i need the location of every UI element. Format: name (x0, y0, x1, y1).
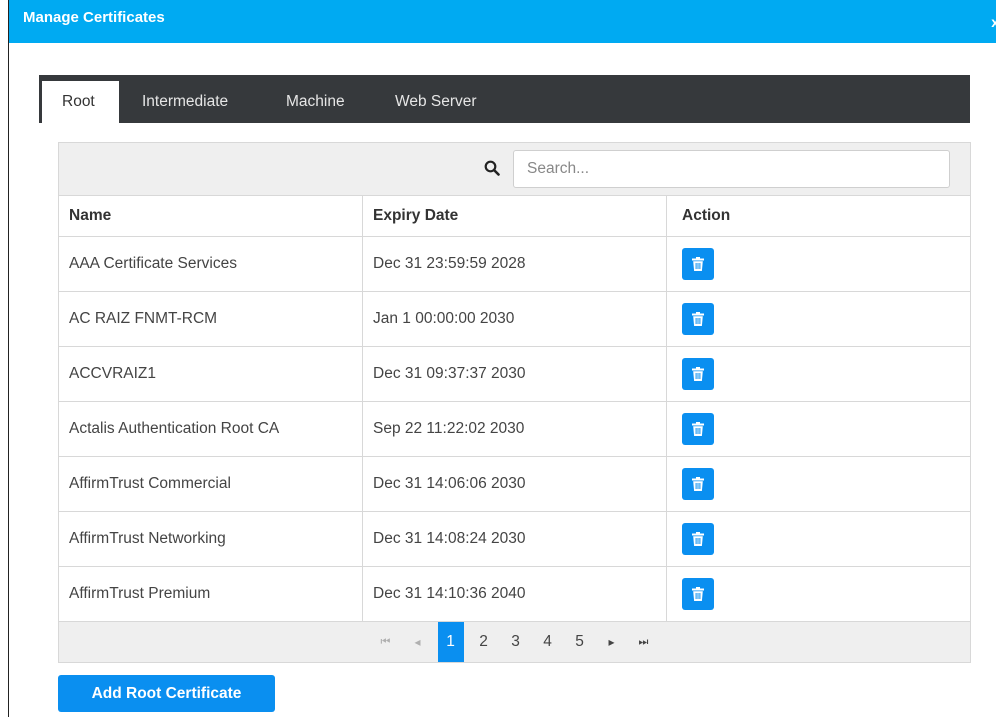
add-root-certificate-button[interactable]: Add Root Certificate (58, 675, 275, 712)
delete-button[interactable] (682, 248, 714, 280)
trash-icon (692, 532, 704, 546)
last-page-button[interactable]: ⏭ (632, 622, 656, 662)
action-cell (667, 457, 970, 511)
table-row: AC RAIZ FNMT-RCM Jan 1 00:00:00 2030 (59, 292, 970, 347)
action-cell (667, 237, 970, 291)
certificate-name: Actalis Authentication Root CA (59, 402, 363, 456)
certificate-name: AffirmTrust Networking (59, 512, 363, 566)
certificate-name: AffirmTrust Premium (59, 567, 363, 621)
next-page-button[interactable]: ▸ (600, 622, 624, 662)
page-1-button[interactable]: 1 (437, 622, 464, 662)
certificate-expiry: Sep 22 11:22:02 2030 (363, 402, 667, 456)
table-row: ACCVRAIZ1 Dec 31 09:37:37 2030 (59, 347, 970, 402)
table-row: AffirmTrust Commercial Dec 31 14:06:06 2… (59, 457, 970, 512)
page-4-button[interactable]: 4 (536, 622, 560, 662)
trash-icon (692, 257, 704, 271)
certificate-name: AC RAIZ FNMT-RCM (59, 292, 363, 346)
certificates-table: Name Expiry Date Action AAA Certificate … (58, 195, 971, 663)
tab-root[interactable]: Root (42, 81, 119, 123)
previous-page-button[interactable]: ◂ (406, 622, 430, 662)
table-row: AffirmTrust Premium Dec 31 14:10:36 2040 (59, 567, 970, 622)
action-cell (667, 292, 970, 346)
action-cell (667, 402, 970, 456)
table-header: Name Expiry Date Action (59, 196, 970, 237)
delete-button[interactable] (682, 303, 714, 335)
search-icon (484, 160, 500, 176)
certificate-expiry: Dec 31 14:10:36 2040 (363, 567, 667, 621)
page-2-button[interactable]: 2 (472, 622, 496, 662)
action-cell (667, 347, 970, 401)
certificate-expiry: Jan 1 00:00:00 2030 (363, 292, 667, 346)
column-header-action: Action (682, 207, 731, 224)
tab-intermediate[interactable]: Intermediate (142, 81, 228, 123)
trash-icon (692, 477, 704, 491)
delete-button[interactable] (682, 523, 714, 555)
table-row: Actalis Authentication Root CA Sep 22 11… (59, 402, 970, 457)
trash-icon (692, 312, 704, 326)
certificate-expiry: Dec 31 23:59:59 2028 (363, 237, 667, 291)
delete-button[interactable] (682, 468, 714, 500)
root-certificates-panel: Name Expiry Date Action AAA Certificate … (39, 123, 971, 717)
delete-button[interactable] (682, 578, 714, 610)
certificate-name: AAA Certificate Services (59, 237, 363, 291)
action-cell (667, 567, 970, 621)
dialog-titlebar: Manage Certificates x (9, 0, 996, 43)
action-cell (667, 512, 970, 566)
manage-certificates-dialog: Manage Certificates x Root Intermediate … (8, 0, 996, 717)
tab-web-server[interactable]: Web Server (395, 81, 477, 123)
column-header-name[interactable]: Name (59, 196, 363, 236)
certificate-expiry: Dec 31 14:06:06 2030 (363, 457, 667, 511)
tab-machine[interactable]: Machine (286, 81, 345, 123)
trash-icon (692, 422, 704, 436)
search-bar (58, 142, 971, 195)
column-header-expiry-date[interactable]: Expiry Date (363, 196, 667, 236)
certificate-name: ACCVRAIZ1 (59, 347, 363, 401)
page-3-button[interactable]: 3 (504, 622, 528, 662)
search-input[interactable] (513, 150, 950, 188)
delete-button[interactable] (682, 413, 714, 445)
table-row: AffirmTrust Networking Dec 31 14:08:24 2… (59, 512, 970, 567)
close-icon[interactable]: x (991, 14, 996, 30)
table-row: AAA Certificate Services Dec 31 23:59:59… (59, 237, 970, 292)
first-page-button[interactable]: ⏮ (374, 622, 398, 662)
trash-icon (692, 367, 704, 381)
certificate-name: AffirmTrust Commercial (59, 457, 363, 511)
delete-button[interactable] (682, 358, 714, 390)
pagination: ⏮ ◂ 1 2 3 4 5 ▸ ⏭ (59, 622, 970, 662)
page-5-button[interactable]: 5 (568, 622, 592, 662)
certificate-expiry: Dec 31 14:08:24 2030 (363, 512, 667, 566)
certificate-tabs: Root Intermediate Machine Web Server (39, 75, 970, 123)
certificate-expiry: Dec 31 09:37:37 2030 (363, 347, 667, 401)
dialog-title: Manage Certificates (23, 9, 165, 26)
trash-icon (692, 587, 704, 601)
